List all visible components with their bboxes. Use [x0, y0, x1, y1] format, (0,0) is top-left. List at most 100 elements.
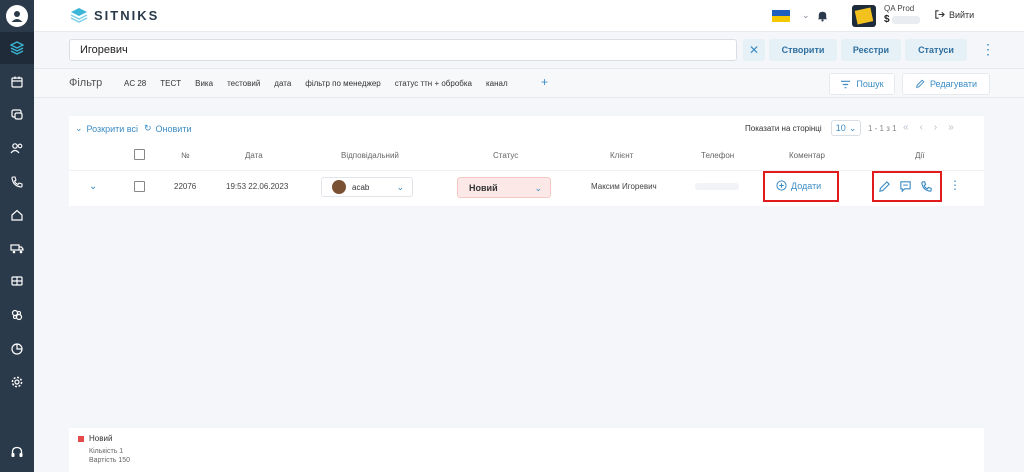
col-actions: Дії	[915, 151, 925, 160]
status-select[interactable]: Новий ⌄	[457, 177, 551, 198]
filter-chip[interactable]: AC 28	[124, 79, 146, 88]
layers-icon[interactable]	[0, 32, 34, 64]
responsible-select[interactable]: acab ⌄	[321, 177, 413, 197]
per-page-value: 10	[835, 123, 846, 133]
call-phone-icon[interactable]	[920, 180, 933, 193]
per-page-label: Показати на сторінці	[745, 124, 822, 133]
filter-chips: AC 28 TECT Вика тестовий дата фільтр по …	[124, 79, 508, 88]
prev-page-icon[interactable]: ‹	[920, 122, 923, 133]
top-header: SITNIKS ⌄ QA Prod $ Вийти	[34, 0, 1024, 32]
filter-edit-label: Редагувати	[929, 79, 978, 89]
edit-pencil-icon[interactable]	[878, 180, 891, 193]
chevron-down-icon: ⌄	[848, 122, 857, 133]
filter-chip[interactable]: статус ттн + обробка	[395, 79, 472, 88]
order-date: 19:53 22.06.2023	[226, 182, 289, 191]
account-avatar[interactable]	[852, 5, 876, 27]
col-client: Клієнт	[610, 151, 634, 160]
chat-icon[interactable]	[0, 99, 34, 131]
refresh-icon: ↻	[144, 123, 152, 133]
col-date: Дата	[245, 151, 263, 160]
filter-lines-icon	[841, 80, 851, 88]
pagination: « ‹ › »	[903, 122, 954, 133]
status-summary: Новий Кількість 1 Вартість 150	[69, 428, 984, 472]
filter-bar: Фільтр AC 28 TECT Вика тестовий дата філ…	[34, 68, 1024, 98]
more-options-icon[interactable]: ⋮	[981, 42, 995, 56]
bell-icon[interactable]	[816, 9, 829, 22]
col-number: №	[181, 151, 190, 160]
logo-icon	[70, 8, 88, 23]
create-button[interactable]: Створити	[769, 39, 837, 61]
col-responsible: Відповідальний	[341, 151, 399, 160]
integrations-icon[interactable]	[0, 299, 34, 331]
filter-chip[interactable]: дата	[274, 79, 291, 88]
row-more-icon[interactable]: ⋮	[949, 179, 961, 191]
account-name: QA Prod	[884, 4, 915, 13]
add-comment-button[interactable]: Додати	[776, 180, 821, 191]
col-comment: Коментар	[789, 151, 825, 160]
clear-search-button[interactable]: ✕	[743, 39, 765, 61]
summary-count: Кількість 1	[89, 448, 124, 455]
user-avatar-icon[interactable]	[6, 5, 28, 27]
select-all-checkbox[interactable]	[134, 149, 145, 160]
expand-row-chevron-icon[interactable]: ⌄	[89, 181, 97, 192]
registers-button[interactable]: Реєстри	[841, 39, 901, 61]
logout-label: Вийти	[949, 9, 975, 20]
order-number[interactable]: 22076	[174, 182, 196, 191]
phone-icon[interactable]	[0, 166, 34, 198]
sidebar	[0, 0, 34, 472]
first-page-icon[interactable]: «	[903, 122, 909, 133]
double-chevron-icon: ⌄	[75, 123, 83, 133]
phone-redacted	[695, 183, 739, 190]
users-icon[interactable]	[0, 132, 34, 164]
search-input[interactable]	[69, 39, 737, 61]
calendar-icon[interactable]	[0, 66, 34, 98]
message-icon[interactable]	[899, 180, 912, 193]
plus-circle-icon	[776, 180, 787, 191]
statuses-button[interactable]: Статуси	[905, 39, 967, 61]
pencil-icon	[916, 79, 925, 88]
summary-cost: Вартість 150	[89, 457, 131, 464]
filter-label: Фільтр	[69, 77, 103, 89]
language-flag-icon[interactable]	[772, 10, 790, 22]
responsible-name: acab	[352, 182, 370, 192]
chart-pie-icon[interactable]	[0, 333, 34, 365]
col-status: Статус	[493, 151, 519, 160]
brand-name: SITNIKS	[94, 7, 160, 23]
last-page-icon[interactable]: »	[948, 122, 954, 133]
status-badge: Новий	[469, 183, 498, 193]
orders-panel: ⌄ Розкрити всі ↻ Оновити Показати на сто…	[69, 116, 984, 206]
table-header: № Дата Відповідальний Статус Клієнт Теле…	[69, 148, 984, 164]
wallet-icon[interactable]	[0, 265, 34, 297]
next-page-icon[interactable]: ›	[934, 122, 937, 133]
filter-chip[interactable]: тестовий	[227, 79, 260, 88]
add-filter-button[interactable]: +	[541, 75, 548, 89]
logout-button[interactable]: Вийти	[934, 9, 974, 20]
logout-icon	[935, 10, 945, 19]
account-balance: $	[884, 14, 890, 25]
chevron-down-icon[interactable]: ⌄	[802, 10, 810, 21]
home-icon[interactable]	[0, 199, 34, 231]
expand-all-button[interactable]: ⌄ Розкрити всі	[75, 123, 138, 134]
chevron-down-icon: ⌄	[396, 182, 404, 192]
add-comment-label: Додати	[791, 180, 822, 191]
table-row[interactable]: ⌄ 22076 19:53 22.06.2023 acab ⌄ Новий ⌄ …	[69, 170, 984, 202]
client-name[interactable]: Максим Игоревич	[591, 182, 657, 191]
filter-edit-button[interactable]: Редагувати	[902, 73, 990, 95]
filter-chip[interactable]: канал	[486, 79, 508, 88]
refresh-label: Оновити	[155, 123, 192, 134]
row-checkbox[interactable]	[134, 181, 145, 192]
col-phone: Телефон	[701, 151, 735, 160]
balance-redacted	[892, 16, 920, 24]
truck-icon[interactable]	[0, 232, 34, 264]
gear-icon[interactable]	[0, 366, 34, 398]
filter-chip[interactable]: фільтр по менеджер	[305, 79, 380, 88]
filter-chip[interactable]: TECT	[160, 79, 181, 88]
summary-status: Новий	[89, 434, 113, 443]
per-page-select[interactable]: 10 ⌄	[831, 120, 861, 136]
filter-search-button[interactable]: Пошук	[829, 73, 895, 95]
brand-logo[interactable]: SITNIKS	[70, 7, 159, 23]
headset-icon[interactable]	[0, 436, 34, 468]
filter-chip[interactable]: Вика	[195, 79, 213, 88]
expand-all-label: Розкрити всі	[86, 123, 138, 134]
refresh-button[interactable]: ↻ Оновити	[144, 123, 191, 134]
